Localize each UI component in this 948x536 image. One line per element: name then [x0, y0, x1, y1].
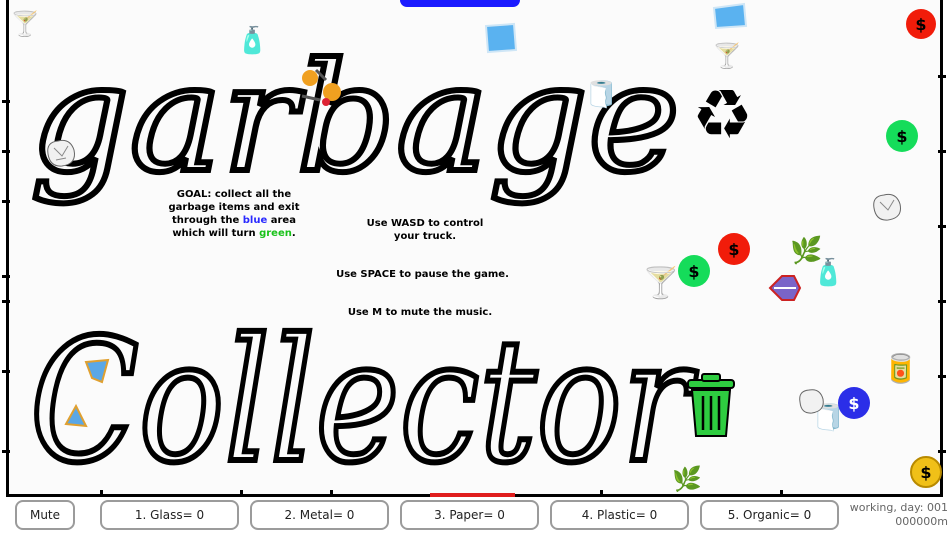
blue-coin-icon: $ [838, 387, 870, 419]
pause-hint: Use SPACE to pause the game. [336, 269, 509, 280]
organic-leaf-icon: 🌿 [672, 465, 702, 493]
red-coin-icon: $ [906, 9, 936, 39]
glass-pane-icon [484, 22, 518, 54]
goal-green-word: green [259, 228, 292, 239]
trash-can-icon [687, 373, 735, 437]
status-day: working, day: 001 [849, 501, 948, 514]
plastic-counter-button[interactable]: 4. Plastic= 0 [550, 500, 689, 530]
glass-item-icon: 🍸 [10, 10, 40, 38]
hud-bar: Mute 1. Glass= 0 2. Metal= 0 3. Paper= 0… [0, 497, 948, 536]
mute-button[interactable]: Mute [15, 500, 75, 530]
controls-hint: Use WASD to control your truck. [366, 218, 484, 242]
paper-counter-button[interactable]: 3. Paper= 0 [400, 500, 539, 530]
fish-bone-icon [768, 275, 802, 301]
broken-glass-icon [84, 358, 110, 384]
food-waste-icon [301, 68, 341, 106]
mute-hint: Use M to mute the music. [347, 307, 493, 318]
goal-blue-word: blue [242, 215, 268, 226]
title-line-garbage: garbage [30, 32, 680, 206]
status-distance: 000000m [895, 515, 948, 528]
organic-counter-button[interactable]: 5. Organic= 0 [700, 500, 839, 530]
crumpled-paper-icon [873, 193, 901, 221]
gold-coin-icon: $ [910, 456, 942, 488]
goal-text: GOAL: collect all the garbage items and … [168, 189, 300, 239]
recycle-icon: ♻ [692, 76, 753, 155]
glass-pane-icon [712, 2, 748, 30]
status-readout: working, day: 001 000000m [838, 501, 948, 529]
plastic-bottle-icon: 🧴 [236, 26, 269, 56]
paper-roll-icon: 🧻 [585, 80, 618, 110]
glass-counter-button[interactable]: 1. Glass= 0 [100, 500, 239, 530]
glass-item-icon: 🍸 [712, 42, 742, 70]
red-coin-icon: $ [718, 233, 750, 265]
crumpled-paper-icon [47, 139, 75, 167]
plastic-bottle-icon: 🧴 [812, 258, 845, 288]
metal-counter-button[interactable]: 2. Metal= 0 [250, 500, 389, 530]
green-coin-icon: $ [678, 255, 710, 287]
metal-can-icon: 🥫 [883, 352, 918, 385]
crumpled-paper-icon [799, 389, 824, 414]
broken-glass-icon [64, 403, 88, 428]
glass-item-icon: 🍸 [642, 266, 680, 301]
green-coin-icon: $ [886, 120, 918, 152]
title-line-collector: Collector [30, 303, 697, 497]
